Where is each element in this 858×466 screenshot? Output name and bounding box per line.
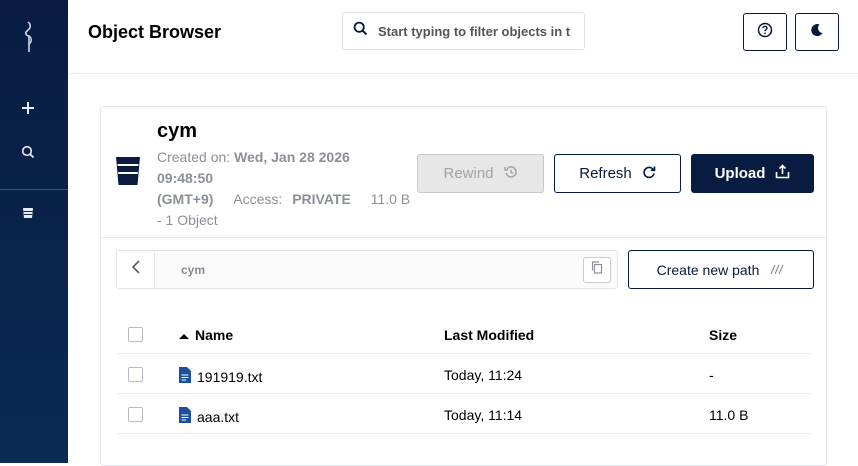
breadcrumb-path[interactable]: cym [181,263,205,277]
create-path-label: Create new path [656,261,760,278]
sidebar [0,0,68,463]
chevron-left-icon [131,259,141,280]
search-input[interactable] [378,23,578,39]
objects-table: Name Last Modified Size 191919.txt Today… [117,314,812,434]
bucket-icon [115,155,141,192]
rewind-button[interactable]: Rewind [417,154,544,193]
file-name: 191919.txt [197,368,263,385]
help-circle-icon [757,22,773,43]
minio-logo-icon[interactable] [16,20,40,56]
table-row[interactable]: aaa.txt Today, 11:14 11.0 B [117,394,812,434]
access-label: Access: [233,191,283,207]
copy-path-button[interactable] [583,257,611,283]
sort-ascending-icon [179,327,189,343]
refresh-label: Refresh [579,165,632,182]
table-header: Name Last Modified Size [117,314,812,354]
file-name-cell[interactable]: 191919.txt [179,367,262,386]
created-time: 09:48:50 [157,170,214,186]
top-bar: Object Browser [68,0,858,74]
modified-cell: Today, 11:14 [444,407,523,423]
name-column-label: Name [195,327,234,343]
upload-icon [775,164,790,183]
row-checkbox[interactable] [128,407,143,422]
bucket-panel: cym Created on: Wed, Jan 28 2026 09:48:5… [100,106,827,466]
bucket-name: cym [157,120,198,142]
sidebar-divider [0,189,68,190]
modified-column-header[interactable]: Last Modified [444,327,534,343]
bucket-icon[interactable] [16,201,40,225]
table-row[interactable]: 191919.txt Today, 11:24 - [117,354,812,394]
search-icon [353,21,368,41]
bucket-size: 11.0 B [370,191,411,207]
row-checkbox[interactable] [128,367,143,382]
upload-button[interactable]: Upload [691,154,814,193]
modified-cell: Today, 11:24 [444,367,523,383]
plus-icon[interactable] [16,96,40,120]
refresh-button[interactable]: Refresh [554,154,681,193]
help-button[interactable] [743,13,787,51]
search-icon[interactable] [16,140,40,164]
created-date: Wed, Jan 28 2026 [234,149,350,165]
created-label: Created on: [157,149,231,165]
rewind-label: Rewind [443,165,494,182]
history-icon [503,165,518,183]
copy-icon [591,261,603,279]
page-title: Object Browser [88,22,222,42]
size-cell: 11.0 B [709,407,749,423]
new-path-icon [769,262,785,278]
file-icon [179,367,191,386]
name-column-header[interactable]: Name [179,327,233,343]
back-button[interactable] [117,251,155,288]
size-column-header[interactable]: Size [709,327,737,343]
access-value: PRIVATE [292,191,351,207]
file-name: aaa.txt [197,408,240,425]
object-count: - 1 Object [157,212,218,228]
upload-label: Upload [714,165,766,182]
bucket-metadata: Created on: Wed, Jan 28 2026 09:48:50 (G… [157,147,417,231]
file-icon [179,407,191,426]
breadcrumb: cym [116,250,618,289]
select-all-checkbox[interactable] [128,327,143,342]
theme-toggle-button[interactable] [795,13,839,51]
file-name-cell[interactable]: aaa.txt [179,407,239,426]
bucket-header: cym Created on: Wed, Jan 28 2026 09:48:5… [101,107,826,238]
created-timezone: (GMT+9) [157,191,214,207]
create-new-path-button[interactable]: Create new path [628,250,814,289]
moon-icon [809,22,825,43]
search-box[interactable] [342,12,585,50]
size-cell: - [709,367,714,383]
refresh-icon [642,165,656,183]
